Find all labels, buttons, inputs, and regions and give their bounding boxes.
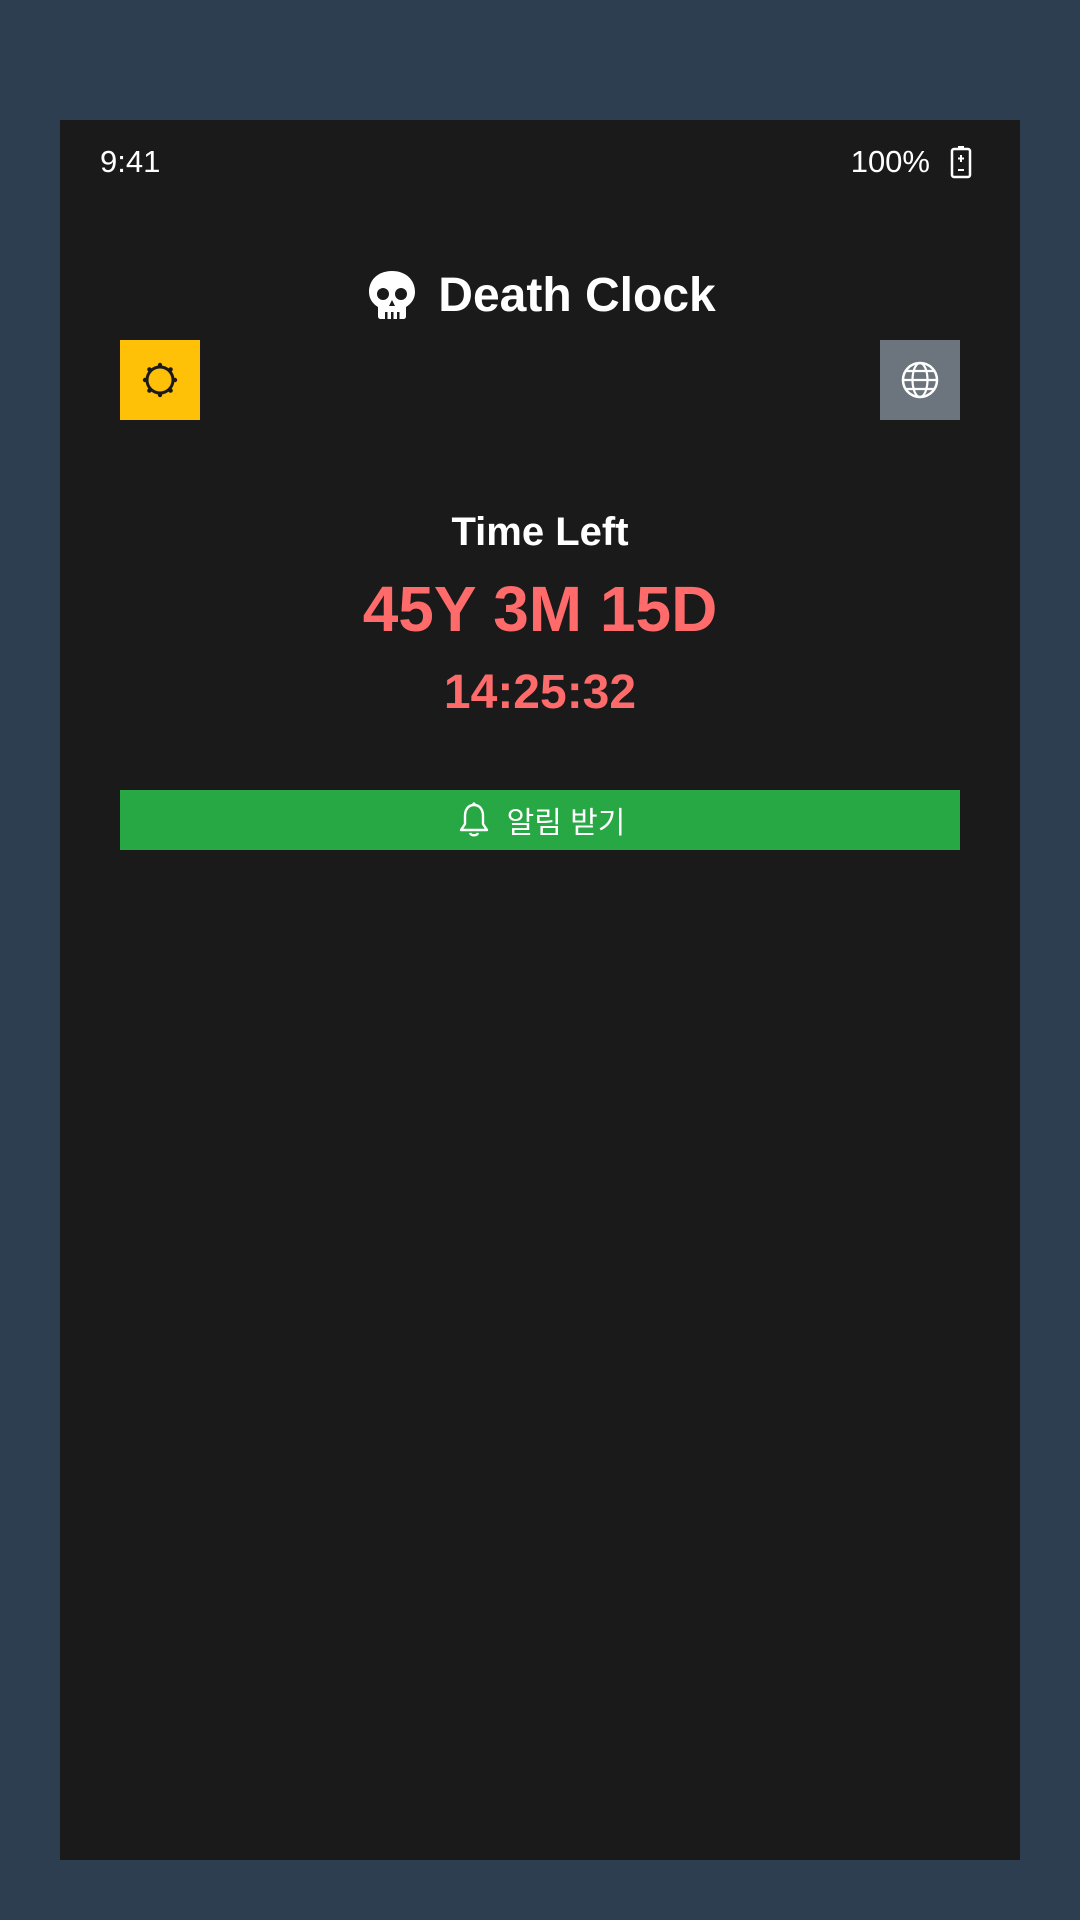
theme-toggle-button[interactable]: [120, 340, 200, 420]
status-right: 100%: [851, 144, 972, 180]
language-button[interactable]: [880, 340, 960, 420]
app-header: Death Clock: [60, 250, 1020, 340]
status-bar: 9:41 100%: [60, 120, 1020, 210]
globe-icon: [901, 361, 939, 399]
skull-icon: [369, 271, 416, 319]
battery-charging-icon: [950, 146, 972, 179]
phone-screen: 9:41 100% Death Clock Time Left 45Y 3M 1…: [60, 120, 1020, 1860]
notify-button[interactable]: 알림 받기: [120, 790, 960, 850]
notify-button-label: 알림 받기: [506, 807, 626, 840]
bell-icon: [459, 802, 488, 837]
time-left-label: Time Left: [451, 510, 629, 554]
app-title: Death Clock: [438, 268, 716, 322]
status-time: 9:41: [100, 144, 161, 179]
sun-icon: [142, 362, 178, 398]
time-left-clock: 14:25:32: [443, 666, 637, 719]
battery-percent: 100%: [850, 144, 930, 179]
time-left-duration: 45Y 3M 15D: [362, 573, 718, 645]
